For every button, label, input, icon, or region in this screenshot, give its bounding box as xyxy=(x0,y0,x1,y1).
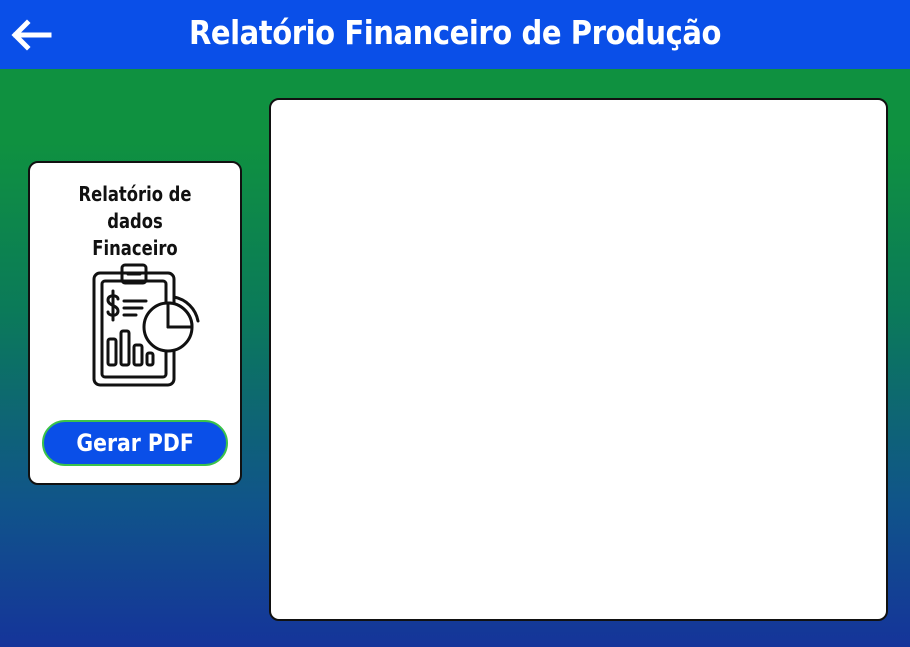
report-content-panel xyxy=(269,98,888,621)
card-title: Relatório de dados Finaceiro xyxy=(78,182,192,260)
top-bar: Relatório Financeiro de Produção xyxy=(0,0,910,69)
back-button[interactable] xyxy=(10,18,52,52)
generate-pdf-label: Gerar PDF xyxy=(76,429,194,457)
page-title: Relatório Financeiro de Produção xyxy=(188,13,722,52)
generate-pdf-button[interactable]: Gerar PDF xyxy=(42,420,228,466)
financial-report-icon xyxy=(92,263,200,387)
arrow-left-icon xyxy=(11,19,52,51)
report-card: Relatório de dados Finaceiro Gerar PDF xyxy=(28,161,242,485)
